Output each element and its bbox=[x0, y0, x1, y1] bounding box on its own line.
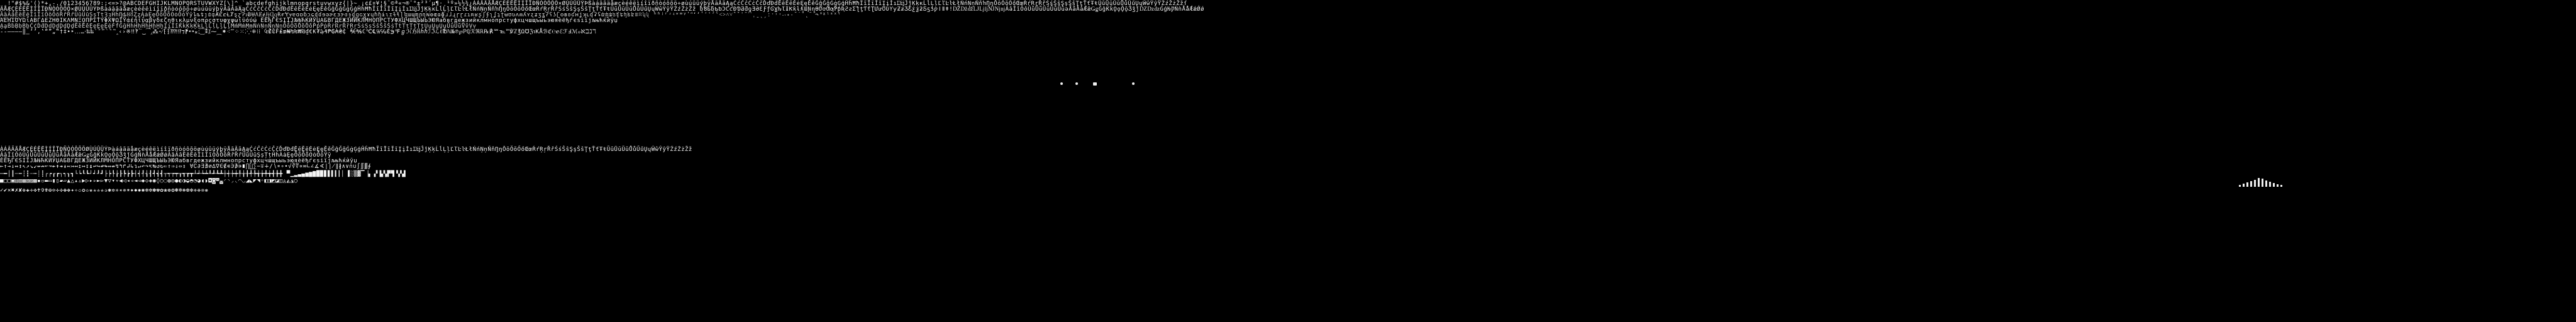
glyph-row: ✓✔✕✖✗✘✙✚✛✜✝✞✟✠✡✢✣✤✥✦✧✩✪✫✬✭✮✯✰✱✲✳✴✵✶✷✸✹✺✻… bbox=[0, 187, 209, 194]
mark-dot bbox=[1132, 82, 1135, 85]
ramp-bar bbox=[2243, 184, 2245, 187]
ramp-bar bbox=[2262, 179, 2263, 187]
ramp-bar bbox=[2265, 180, 2267, 187]
glyph-row: ←↑→↓↔↕↖↗↘↙↚↛↜↝↞↟↠↡↢↣↤↥↦↧↨↩↪↫↬↭↮↯↰↱↲↳↴↵↶↷… bbox=[0, 164, 372, 170]
mark-dot bbox=[1060, 82, 1063, 85]
ramp-bar bbox=[2258, 178, 2260, 187]
ramp-bar bbox=[2250, 181, 2252, 187]
glyph-row: ─━│┃┄┅┆┇┈┉┊┋┌┍┎┏┐┑┒┓└┕┖┗┘┙┚┛├┝┞┟┠┡┢┣┤┥┦┧… bbox=[0, 171, 406, 177]
ramp-bar bbox=[2239, 185, 2241, 187]
mark-dot bbox=[1075, 82, 1078, 85]
ramp-bars bbox=[2239, 178, 2352, 187]
ramp-bar bbox=[2273, 183, 2275, 187]
glyph-atlas: !"#$%&'()*+,-./0123456789:;<=>?@ABCDEFGH… bbox=[0, 0, 2576, 322]
ramp-bar bbox=[2269, 182, 2271, 187]
ramp-bar bbox=[2246, 182, 2248, 187]
ramp-bar bbox=[2277, 184, 2279, 187]
mark-square bbox=[1093, 82, 1097, 86]
center-marks bbox=[1060, 80, 1161, 87]
glyph-row: ■□▢▣▤▥▦▧▨▩▪▫▬▭▮▯▰▱▲△▴▵▶▷▸▹►▻▼▽▾▿◀◁◂◃◄◅◆◇… bbox=[0, 178, 298, 184]
ramp-bar bbox=[2280, 185, 2282, 187]
glyph-row: ‐‑‒–—―‖‗‘’‚‛“”„‟†‡•‣․‥…‧‰‱′″‴‵‶‷‸‹›※‼‽‾‿… bbox=[0, 29, 597, 35]
ramp-bar bbox=[2254, 180, 2256, 187]
